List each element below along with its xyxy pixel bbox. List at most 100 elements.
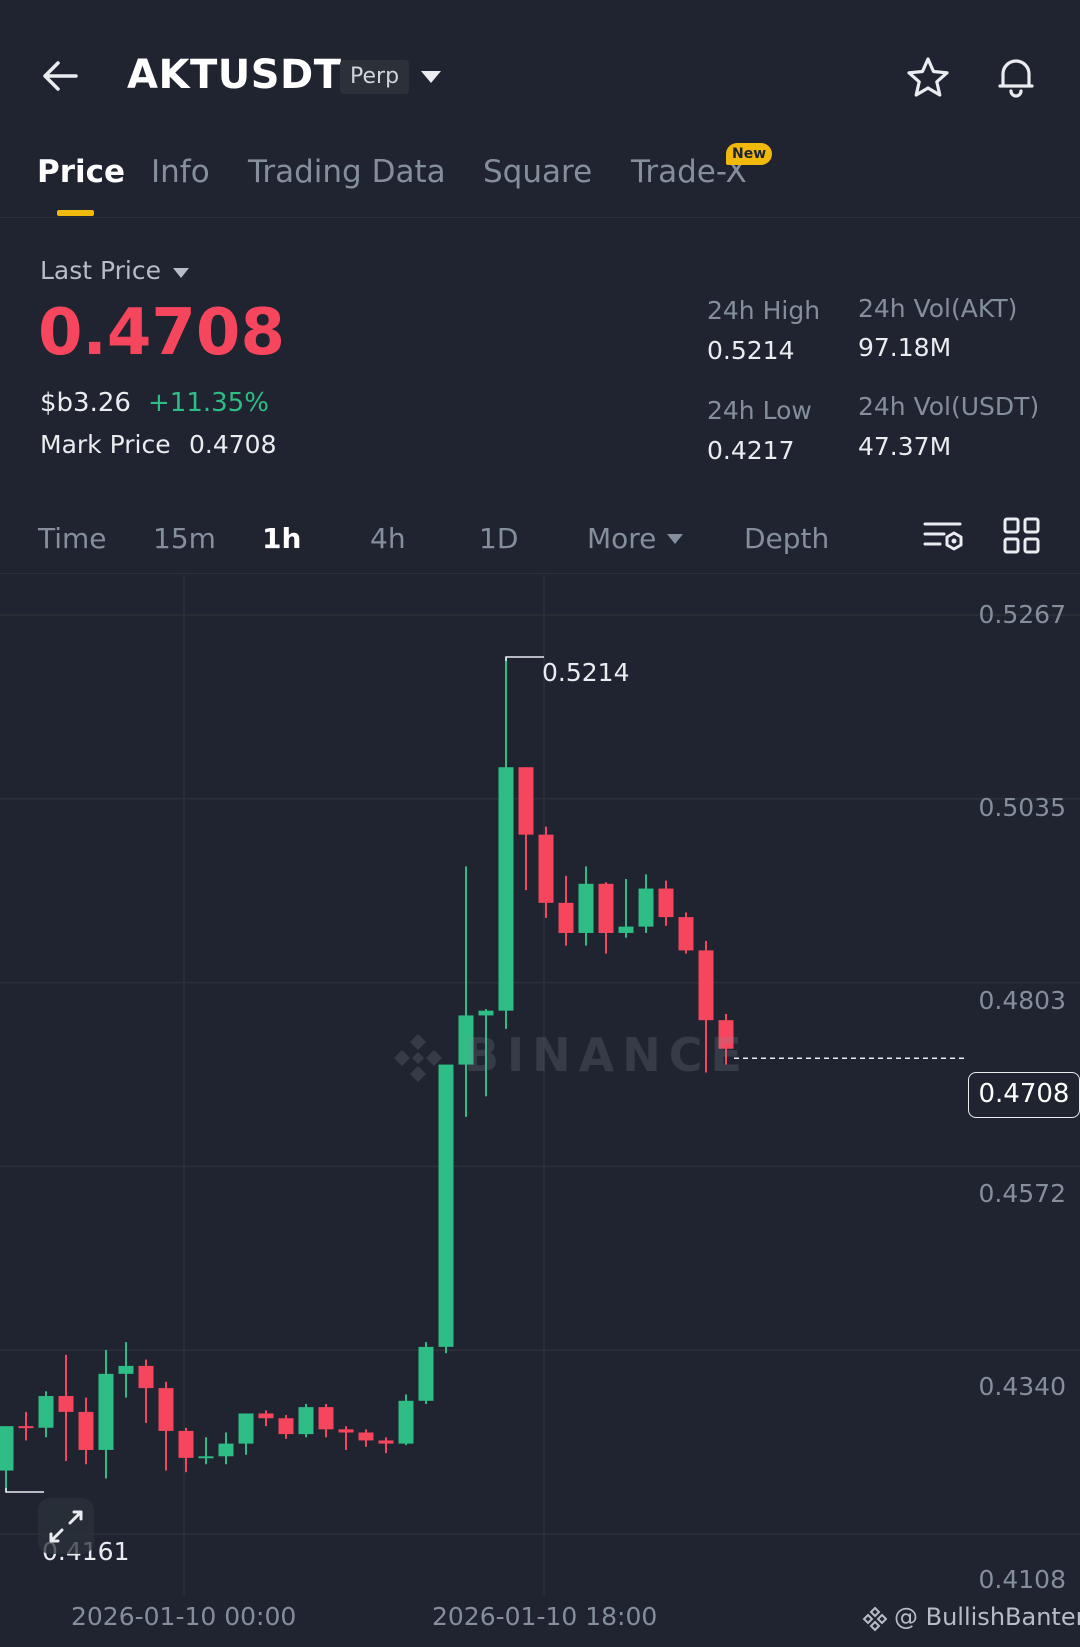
- candle-body: [358, 1432, 374, 1441]
- header: AKTUSDT Perp: [0, 0, 1080, 150]
- 24h-vol-base-label: 24h Vol(AKT): [858, 294, 1018, 323]
- more-intervals-caret[interactable]: [666, 530, 684, 544]
- active-tab-indicator: [57, 210, 94, 216]
- candle-body: [558, 902, 574, 933]
- y-tick-label: 0.5267: [978, 600, 1066, 629]
- contract-type-badge: Perp: [340, 60, 410, 94]
- candle-body: [598, 883, 614, 933]
- chart-watermark: BINANCE: [464, 1028, 750, 1082]
- price-change-percent: +11.35%: [148, 388, 269, 418]
- interval-more[interactable]: More: [587, 522, 656, 555]
- interval-4h[interactable]: 4h: [370, 522, 406, 555]
- candle-body: [38, 1396, 54, 1428]
- grid-layout-icon: [1003, 517, 1040, 554]
- indicator-settings-icon: [923, 522, 963, 551]
- section-tabs: Price Info Trading Data Square Trade-X: [0, 140, 1080, 218]
- watermark-credit: @ BullishBanter: [894, 1603, 1080, 1631]
- candle-body: [78, 1411, 94, 1450]
- last-price-value: 0.4708: [38, 296, 285, 370]
- candle-body: [378, 1440, 394, 1444]
- x-tick-label: 2026-01-10 00:00: [71, 1602, 297, 1631]
- last-price-dropdown[interactable]: [172, 264, 190, 278]
- 24h-high-value: 0.5214: [707, 336, 795, 365]
- high-marker-line: [505, 656, 544, 662]
- tab-trading-data[interactable]: Trading Data: [248, 154, 446, 190]
- candle-body: [198, 1456, 214, 1459]
- tab-info[interactable]: Info: [151, 154, 210, 190]
- 24h-vol-quote-value: 47.37M: [858, 432, 952, 461]
- 24h-low-value: 0.4217: [707, 436, 795, 465]
- interval-bar: Time 15m 1h 4h 1D More Depth: [0, 506, 1080, 574]
- mark-price-value: 0.4708: [189, 430, 277, 459]
- candle-body: [338, 1429, 354, 1433]
- interval-15m[interactable]: 15m: [153, 522, 216, 555]
- symbol-title[interactable]: AKTUSDT: [127, 52, 342, 98]
- bell-icon: [998, 59, 1034, 98]
- candle-body: [658, 888, 674, 918]
- candle-body: [58, 1396, 74, 1412]
- arrow-left-icon: [43, 61, 78, 91]
- candle-body: [518, 767, 534, 835]
- y-tick-label: 0.4108: [978, 1565, 1066, 1594]
- candle-body: [638, 888, 654, 927]
- candle-body: [98, 1373, 114, 1450]
- candle-body: [238, 1413, 254, 1444]
- candle-body: [258, 1413, 274, 1419]
- binance-square-icon: [862, 1606, 888, 1632]
- candle-body: [0, 1426, 14, 1471]
- star-icon: [907, 57, 949, 97]
- symbol-dropdown-button[interactable]: [418, 66, 444, 88]
- caret-down-icon: [173, 268, 189, 278]
- candle-body: [158, 1388, 174, 1431]
- candle-body: [678, 917, 694, 951]
- tab-square[interactable]: Square: [483, 154, 592, 190]
- candle-body: [578, 883, 594, 933]
- candle-body: [438, 1064, 454, 1347]
- back-button[interactable]: [38, 52, 86, 100]
- candle-body: [18, 1426, 34, 1429]
- interval-time[interactable]: Time: [38, 522, 107, 555]
- indicator-settings-button[interactable]: [922, 516, 966, 556]
- y-tick-label: 0.4572: [978, 1179, 1066, 1208]
- candle-body: [398, 1400, 414, 1444]
- new-badge: New: [726, 143, 773, 165]
- candle-body: [138, 1365, 154, 1389]
- tab-price[interactable]: Price: [37, 154, 125, 190]
- candle-body: [298, 1407, 314, 1435]
- candle-body: [318, 1407, 334, 1430]
- candle-body: [178, 1430, 194, 1458]
- candle-body: [618, 926, 634, 933]
- mark-price-label: Mark Price: [40, 430, 171, 459]
- candle-body: [498, 767, 514, 1011]
- caret-down-icon: [667, 534, 683, 544]
- fiat-price: $b3.26: [40, 388, 131, 418]
- candle-body: [698, 950, 714, 1021]
- y-tick-label: 0.5035: [978, 793, 1066, 822]
- candle-body: [478, 1010, 494, 1016]
- y-tick-label: 0.4340: [978, 1372, 1066, 1401]
- 24h-low-label: 24h Low: [707, 396, 812, 425]
- 24h-vol-quote-label: 24h Vol(USDT): [858, 392, 1040, 421]
- low-marker-line: [5, 1487, 44, 1493]
- candle-body: [538, 834, 554, 903]
- candle-body: [218, 1443, 234, 1457]
- price-alert-button[interactable]: [992, 52, 1040, 100]
- binance-logo-icon: [390, 1030, 446, 1086]
- interval-1d[interactable]: 1D: [479, 522, 518, 555]
- current-price-tag: 0.4708: [968, 1072, 1080, 1118]
- candle-body: [418, 1346, 434, 1401]
- interval-1h[interactable]: 1h: [262, 522, 301, 555]
- fullscreen-button[interactable]: [38, 1498, 94, 1554]
- expand-icon: [49, 1510, 83, 1543]
- x-tick-label: 2026-01-10 18:00: [432, 1602, 658, 1631]
- candle-body: [118, 1365, 134, 1374]
- last-price-label[interactable]: Last Price: [40, 256, 161, 285]
- candlestick-chart[interactable]: [0, 575, 1080, 1615]
- favorite-button[interactable]: [904, 54, 952, 102]
- caret-down-icon: [421, 71, 441, 83]
- 24h-high-label: 24h High: [707, 296, 821, 325]
- candle-body: [278, 1418, 294, 1435]
- 24h-vol-base-value: 97.18M: [858, 333, 952, 362]
- depth-tab[interactable]: Depth: [744, 522, 829, 555]
- layout-button[interactable]: [1002, 516, 1042, 556]
